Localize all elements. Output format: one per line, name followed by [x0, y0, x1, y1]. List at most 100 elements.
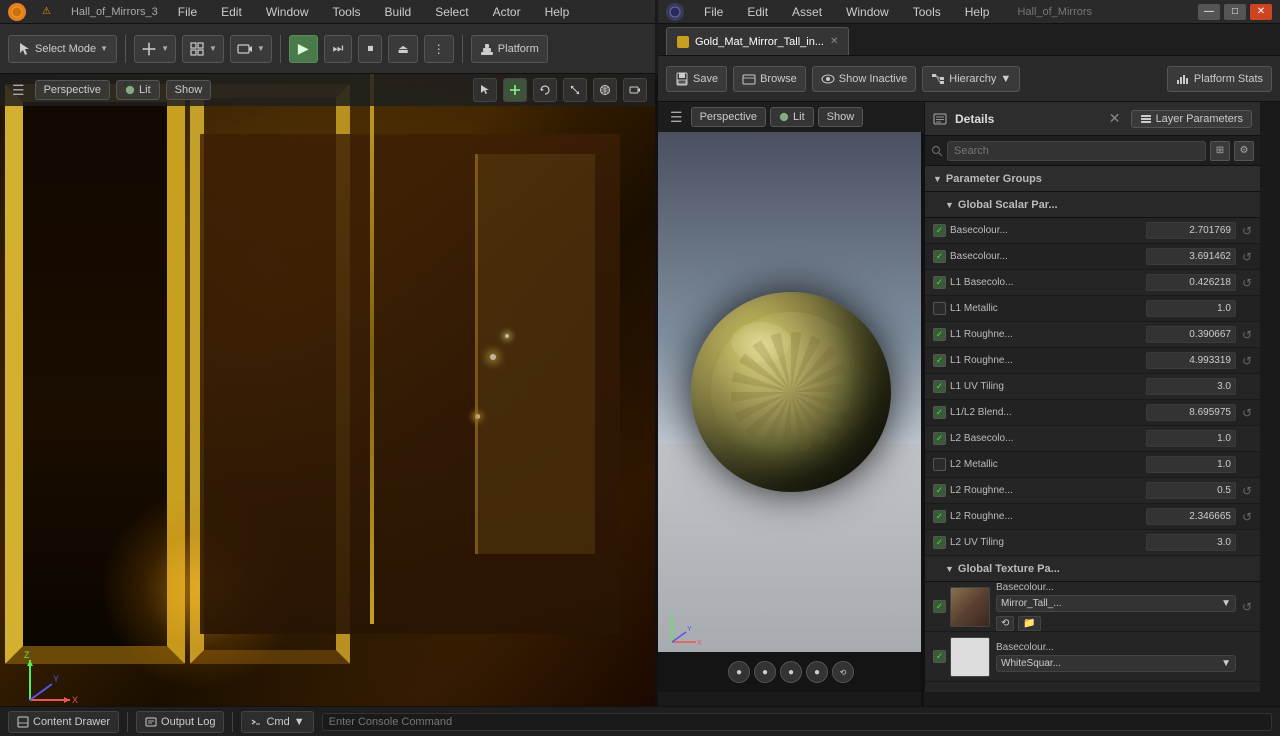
menu-select-left[interactable]: Select — [431, 3, 472, 21]
menu-edit-right[interactable]: Edit — [743, 3, 772, 21]
param-checkbox-12[interactable] — [933, 536, 946, 549]
param-reset-0[interactable]: ↺ — [1238, 222, 1256, 240]
stop-button[interactable]: ⏹ — [358, 35, 382, 63]
param-checkbox-3[interactable] — [933, 302, 946, 315]
filter-btn[interactable]: ⚙ — [1234, 141, 1254, 161]
menu-window-left[interactable]: Window — [262, 3, 313, 21]
world-vp-icon[interactable] — [593, 78, 617, 102]
param-value-4[interactable] — [1146, 326, 1236, 343]
output-log-button[interactable]: Output Log — [136, 711, 224, 733]
texture-reset-0[interactable]: ↺ — [1238, 598, 1256, 616]
texture-checkbox-1[interactable] — [933, 650, 946, 663]
texture-select-0[interactable]: Mirror_Tall_... ▼ — [996, 595, 1236, 612]
param-checkbox-2[interactable] — [933, 276, 946, 289]
transform-tool-button[interactable]: ▼ — [134, 35, 176, 63]
vp-ctrl-btn-4[interactable]: ● — [806, 661, 828, 683]
texture-browse-btn-0[interactable]: 📁 — [1018, 616, 1040, 631]
console-input[interactable] — [322, 713, 1272, 731]
save-button[interactable]: Save — [666, 66, 727, 92]
global-texture-header[interactable]: ▼ Global Texture Pa... — [925, 556, 1260, 582]
move-vp-icon[interactable] — [503, 78, 527, 102]
param-reset-10[interactable]: ↺ — [1238, 482, 1256, 500]
rotate-vp-icon[interactable] — [533, 78, 557, 102]
param-value-12[interactable] — [1146, 534, 1236, 551]
perspective-btn-right[interactable]: Perspective — [691, 107, 766, 127]
material-sphere-container[interactable] — [658, 132, 924, 652]
menu-edit-left[interactable]: Edit — [217, 3, 246, 21]
details-close-button[interactable]: ✕ — [1107, 111, 1123, 127]
param-value-2[interactable] — [1146, 274, 1236, 291]
lit-btn-left[interactable]: Lit — [116, 80, 160, 100]
param-value-5[interactable] — [1146, 352, 1236, 369]
vp-ctrl-btn-3[interactable]: ● — [780, 661, 802, 683]
browse-button[interactable]: Browse — [733, 66, 806, 92]
menu-help-right[interactable]: Help — [961, 3, 994, 21]
play-button[interactable]: ▶ — [289, 35, 318, 63]
content-drawer-button[interactable]: Content Drawer — [8, 711, 119, 733]
param-value-8[interactable] — [1146, 430, 1236, 447]
grid-view-btn[interactable]: ⊞ — [1210, 141, 1230, 161]
menu-file-left[interactable]: File — [174, 3, 201, 21]
hamburger-menu-right[interactable]: ☰ — [666, 107, 687, 128]
param-checkbox-0[interactable] — [933, 224, 946, 237]
param-checkbox-5[interactable] — [933, 354, 946, 367]
param-value-10[interactable] — [1146, 482, 1236, 499]
cursor-vp-icon[interactable] — [473, 78, 497, 102]
more-options-button[interactable]: ⋮ — [424, 35, 454, 63]
param-checkbox-8[interactable] — [933, 432, 946, 445]
param-value-0[interactable] — [1146, 222, 1236, 239]
texture-find-btn-0[interactable]: ⟲ — [996, 616, 1014, 631]
param-checkbox-9[interactable] — [933, 458, 946, 471]
param-reset-1[interactable]: ↺ — [1238, 248, 1256, 266]
param-groups-header[interactable]: ▼ Parameter Groups — [925, 166, 1260, 192]
texture-select-1[interactable]: WhiteSquar... ▼ — [996, 655, 1236, 672]
platform-button[interactable]: Platform — [471, 35, 548, 63]
menu-help-left[interactable]: Help — [541, 3, 574, 21]
param-reset-7[interactable]: ↺ — [1238, 404, 1256, 422]
param-checkbox-1[interactable] — [933, 250, 946, 263]
camera-vp-icon[interactable] — [623, 78, 647, 102]
menu-tools-right[interactable]: Tools — [909, 3, 945, 21]
param-checkbox-4[interactable] — [933, 328, 946, 341]
camera-btn[interactable]: ▼ — [230, 35, 272, 63]
next-frame-button[interactable]: ⏭ — [324, 35, 353, 63]
param-reset-11[interactable]: ↺ — [1238, 508, 1256, 526]
param-value-6[interactable] — [1146, 378, 1236, 395]
vp-ctrl-btn-2[interactable]: ● — [754, 661, 776, 683]
scale-vp-icon[interactable] — [563, 78, 587, 102]
search-input[interactable] — [947, 141, 1206, 161]
vp-ctrl-btn-1[interactable]: ● — [728, 661, 750, 683]
hierarchy-button[interactable]: Hierarchy ▼ — [922, 66, 1020, 92]
hamburger-menu-left[interactable]: ☰ — [8, 80, 29, 101]
param-reset-2[interactable]: ↺ — [1238, 274, 1256, 292]
minimize-button[interactable]: — — [1198, 4, 1220, 20]
param-reset-4[interactable]: ↺ — [1238, 326, 1256, 344]
perspective-btn-left[interactable]: Perspective — [35, 80, 110, 100]
tab-close-button[interactable]: ✕ — [830, 36, 838, 47]
layer-params-button[interactable]: Layer Parameters — [1131, 110, 1252, 128]
eject-button[interactable]: ⏏ — [388, 35, 417, 63]
show-inactive-button[interactable]: Show Inactive — [812, 66, 916, 92]
snap-tool-button[interactable]: ▼ — [182, 35, 224, 63]
menu-tools-left[interactable]: Tools — [329, 3, 365, 21]
global-scalar-header[interactable]: ▼ Global Scalar Par... — [925, 192, 1260, 218]
menu-asset-right[interactable]: Asset — [788, 3, 826, 21]
param-value-11[interactable] — [1146, 508, 1236, 525]
show-btn-left[interactable]: Show — [166, 80, 212, 100]
menu-window-right[interactable]: Window — [842, 3, 893, 21]
menu-build-left[interactable]: Build — [381, 3, 416, 21]
texture-checkbox-0[interactable] — [933, 600, 946, 613]
param-value-3[interactable] — [1146, 300, 1236, 317]
param-value-7[interactable] — [1146, 404, 1236, 421]
vp-ctrl-btn-5[interactable]: ⟲ — [832, 661, 854, 683]
menu-file-right[interactable]: File — [700, 3, 727, 21]
lit-btn-right[interactable]: Lit — [770, 107, 814, 127]
cmd-button[interactable]: Cmd ▼ — [241, 711, 313, 733]
select-mode-button[interactable]: Select Mode ▼ — [8, 35, 117, 63]
param-value-1[interactable] — [1146, 248, 1236, 265]
platform-stats-button[interactable]: Platform Stats — [1167, 66, 1272, 92]
param-value-9[interactable] — [1146, 456, 1236, 473]
close-button[interactable]: ✕ — [1250, 4, 1272, 20]
param-reset-5[interactable]: ↺ — [1238, 352, 1256, 370]
param-checkbox-7[interactable] — [933, 406, 946, 419]
